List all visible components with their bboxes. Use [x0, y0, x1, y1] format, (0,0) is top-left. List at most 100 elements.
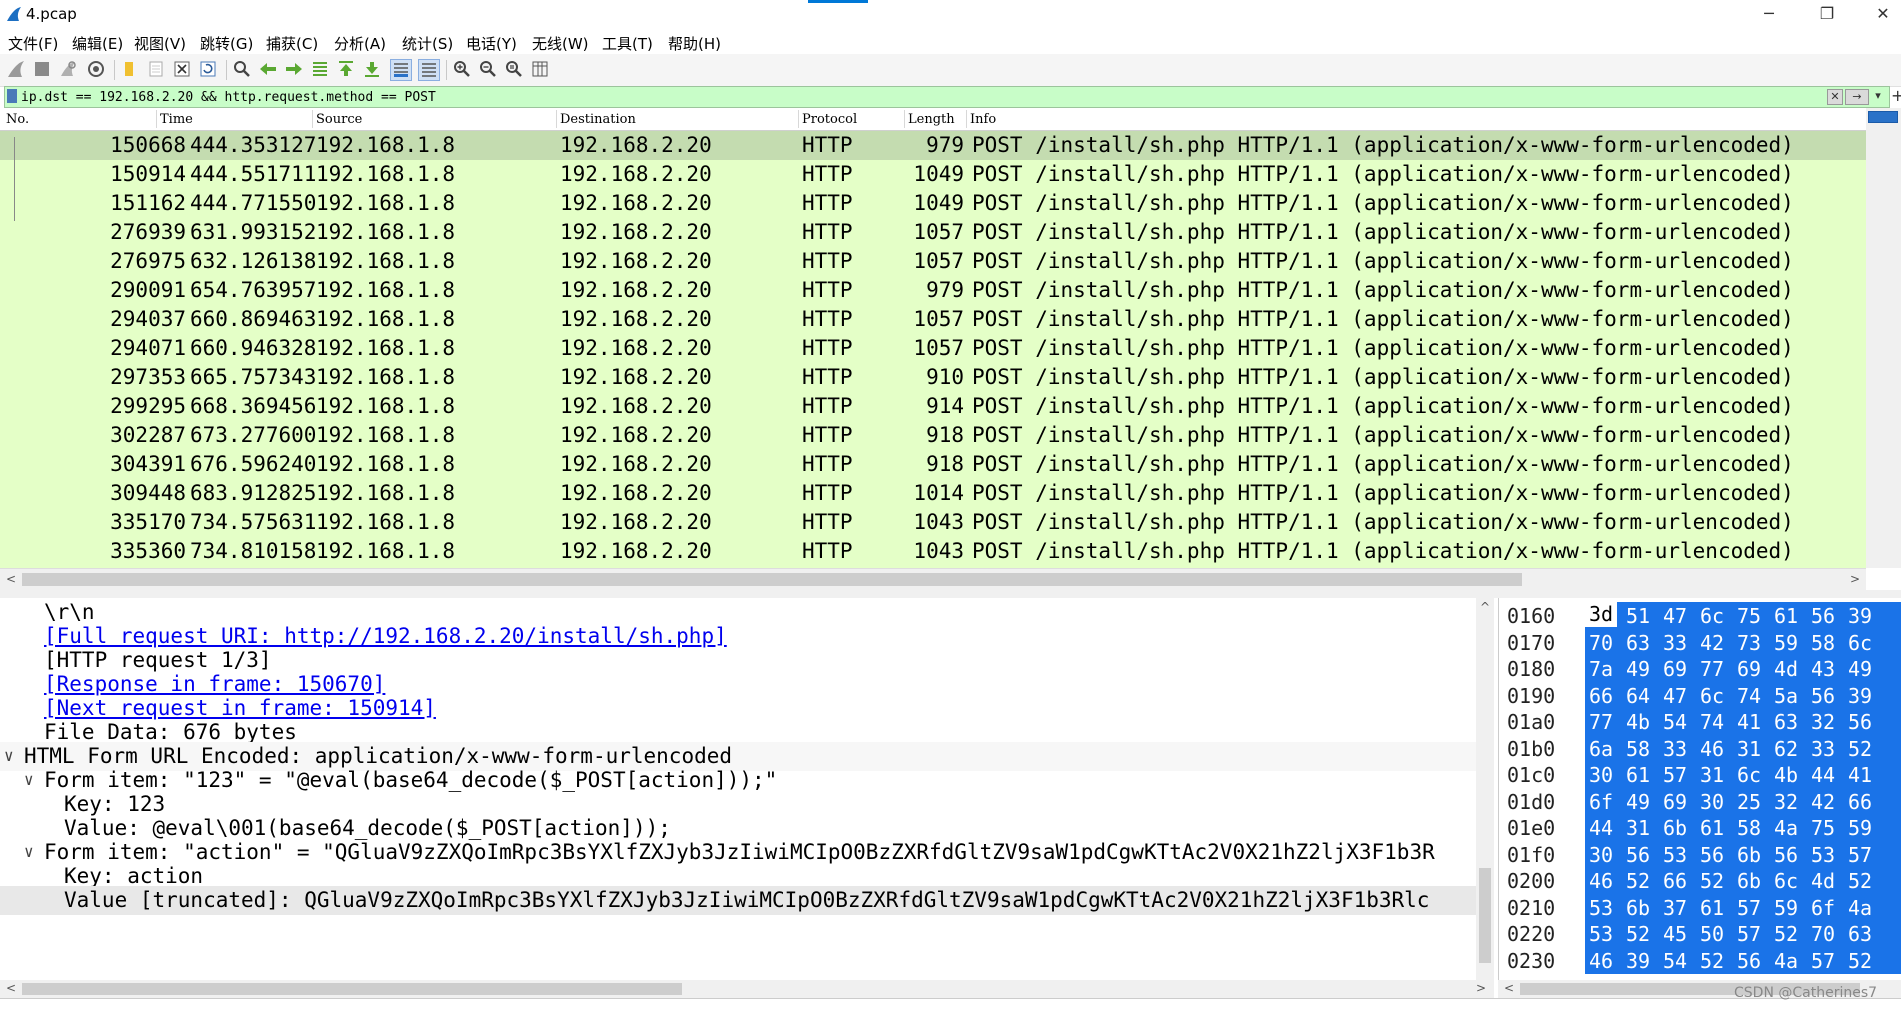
hex-byte: 39: [1626, 949, 1650, 973]
detail-row[interactable]: Value [truncated]: QGluaV9zZXQoImRpc3BsY…: [0, 886, 1476, 915]
zoom-normal-icon[interactable]: [504, 59, 524, 79]
packet-cell-len: 1057: [902, 249, 964, 273]
go-to-packet-icon[interactable]: [310, 59, 330, 79]
hex-row[interactable]: 0170 70 63 33 42 73 59 58 6c: [1499, 629, 1901, 656]
restore-button[interactable]: ❐: [1812, 4, 1842, 23]
column-header-destination[interactable]: Destination: [560, 112, 636, 127]
packet-row[interactable]: 335360 734.810158 192.168.1.8 192.168.2.20 H…: [0, 537, 1866, 566]
menu-analyze[interactable]: 分析(A): [334, 33, 386, 54]
packet-row[interactable]: 297353 665.757343 192.168.1.8 192.168.2.20 H…: [0, 363, 1866, 392]
shark-fin-start-icon[interactable]: [6, 59, 26, 79]
resize-columns-icon[interactable]: [530, 59, 550, 79]
zoom-in-icon[interactable]: [452, 59, 472, 79]
hex-row[interactable]: 0190 66 64 47 6c 74 5a 56 39: [1499, 682, 1901, 709]
hex-row[interactable]: 01d0 6f 49 69 30 25 32 42 66: [1499, 788, 1901, 815]
menu-tools[interactable]: 工具(T): [602, 33, 653, 54]
zoom-out-icon[interactable]: [478, 59, 498, 79]
packet-row[interactable]: 150668 444.353127 192.168.1.8 192.168.2.20 H…: [0, 131, 1866, 160]
details-scroll-right-icon[interactable]: >: [1476, 981, 1486, 995]
column-header-time[interactable]: Time: [160, 112, 193, 127]
save-file-icon[interactable]: [146, 59, 166, 79]
last-packet-icon[interactable]: [362, 59, 382, 79]
hex-byte: 56: [1848, 710, 1872, 734]
column-header-protocol[interactable]: Protocol: [802, 112, 857, 127]
packet-row[interactable]: 276975 632.126138 192.168.1.8 192.168.2.20 H…: [0, 247, 1866, 276]
apply-filter-button[interactable]: →: [1845, 89, 1869, 105]
go-forward-icon[interactable]: [284, 59, 304, 79]
scroll-left-arrow-icon[interactable]: <: [6, 572, 16, 586]
scroll-up-arrow-icon[interactable]: ^: [1480, 600, 1490, 614]
open-file-icon[interactable]: [120, 59, 140, 79]
column-header-length[interactable]: Length: [908, 112, 955, 127]
packet-row[interactable]: 302287 673.277600 192.168.1.8 192.168.2.20 H…: [0, 421, 1866, 450]
hex-row[interactable]: 0230 46 39 54 52 56 4a 57 52: [1499, 947, 1901, 974]
expand-toggle-icon[interactable]: ∨: [24, 770, 34, 789]
packet-list-hscroll-thumb[interactable]: [22, 573, 1522, 586]
hex-row[interactable]: 0180 7a 49 69 77 69 4d 43 49: [1499, 655, 1901, 682]
packet-list-vscrollbar[interactable]: [1866, 108, 1901, 568]
column-header-no[interactable]: No.: [6, 112, 29, 127]
menu-capture[interactable]: 捕获(C): [266, 33, 318, 54]
close-file-icon[interactable]: [172, 59, 192, 79]
packet-list-hscrollbar[interactable]: < >: [0, 568, 1866, 591]
packet-row[interactable]: 276939 631.993152 192.168.1.8 192.168.2.20 H…: [0, 218, 1866, 247]
hex-row[interactable]: 01e0 44 31 6b 61 58 4a 75 59: [1499, 814, 1901, 841]
packet-row[interactable]: 294071 660.946328 192.168.1.8 192.168.2.20 H…: [0, 334, 1866, 363]
menu-file[interactable]: 文件(F): [8, 33, 58, 54]
packet-row[interactable]: 150914 444.551711 192.168.1.8 192.168.2.20 H…: [0, 160, 1866, 189]
hex-row[interactable]: 0160 3d 51 47 6c 75 61 56 39: [1499, 602, 1901, 629]
first-packet-icon[interactable]: [336, 59, 356, 79]
expand-toggle-icon[interactable]: ∨: [4, 746, 14, 765]
menu-statistics[interactable]: 统计(S): [402, 33, 453, 54]
expand-toggle-icon[interactable]: ∨: [24, 842, 34, 861]
packet-cell-info: POST /install/sh.php HTTP/1.1 (applicati…: [972, 307, 1794, 331]
hex-row[interactable]: 01f0 30 56 53 56 6b 56 53 57: [1499, 841, 1901, 868]
minimize-button[interactable]: ─: [1754, 4, 1784, 23]
packet-row[interactable]: 309448 683.912825 192.168.1.8 192.168.2.20 H…: [0, 479, 1866, 508]
hex-row[interactable]: 01c0 30 61 57 31 6c 4b 44 41: [1499, 761, 1901, 788]
filter-bookmark-icon[interactable]: [7, 89, 17, 103]
details-vscrollbar[interactable]: ^: [1476, 598, 1494, 980]
menu-go[interactable]: 跳转(G): [200, 33, 253, 54]
column-header-info[interactable]: Info: [970, 112, 996, 127]
pane-splitter[interactable]: [0, 590, 1901, 598]
go-back-icon[interactable]: [258, 59, 278, 79]
restart-icon[interactable]: [58, 59, 78, 79]
details-hscrollbar[interactable]: < >: [0, 980, 1494, 998]
hex-row[interactable]: 0200 46 52 66 52 6b 6c 4d 52: [1499, 867, 1901, 894]
menu-telephony[interactable]: 电话(Y): [466, 33, 517, 54]
details-hscroll-thumb[interactable]: [22, 983, 682, 995]
filter-history-dropdown[interactable]: ▾: [1871, 89, 1885, 103]
clear-filter-button[interactable]: ✕: [1827, 89, 1843, 105]
capture-options-icon[interactable]: [86, 59, 106, 79]
reload-icon[interactable]: [198, 59, 218, 79]
stop-icon[interactable]: [32, 59, 52, 79]
column-header-source[interactable]: Source: [316, 112, 362, 127]
hex-row[interactable]: 0210 53 6b 37 61 57 59 6f 4a: [1499, 894, 1901, 921]
packet-row[interactable]: 299295 668.369456 192.168.1.8 192.168.2.20 H…: [0, 392, 1866, 421]
packet-row[interactable]: 151162 444.771550 192.168.1.8 192.168.2.20 H…: [0, 189, 1866, 218]
menu-edit[interactable]: 编辑(E): [72, 33, 123, 54]
packet-row[interactable]: 335170 734.575631 192.168.1.8 192.168.2.20 H…: [0, 508, 1866, 537]
hex-byte: 30: [1589, 763, 1613, 787]
hex-row[interactable]: 01b0 6a 58 33 46 31 62 33 52: [1499, 735, 1901, 762]
colorize-icon[interactable]: [418, 59, 440, 81]
menu-help[interactable]: 帮助(H): [668, 33, 721, 54]
packet-row[interactable]: 290091 654.763957 192.168.1.8 192.168.2.20 H…: [0, 276, 1866, 305]
hex-row[interactable]: 01a0 77 4b 54 74 41 63 32 56: [1499, 708, 1901, 735]
hex-row[interactable]: 0220 53 52 45 50 57 52 70 63: [1499, 920, 1901, 947]
details-scroll-left-icon[interactable]: <: [6, 981, 16, 995]
bytes-scroll-left-icon[interactable]: <: [1504, 981, 1514, 995]
add-filter-button[interactable]: +: [1891, 86, 1901, 105]
packet-list-vscroll-thumb[interactable]: [1868, 111, 1898, 123]
display-filter-input[interactable]: [21, 87, 1821, 107]
scroll-right-arrow-icon[interactable]: >: [1850, 572, 1860, 586]
packet-row[interactable]: 304391 676.596240 192.168.1.8 192.168.2.20 H…: [0, 450, 1866, 479]
menu-view[interactable]: 视图(V): [134, 33, 186, 54]
menu-wireless[interactable]: 无线(W): [532, 33, 589, 54]
packet-row[interactable]: 294037 660.869463 192.168.1.8 192.168.2.20 H…: [0, 305, 1866, 334]
find-packet-icon[interactable]: [232, 59, 252, 79]
close-window-button[interactable]: ✕: [1868, 4, 1898, 23]
autoscroll-icon[interactable]: [390, 59, 412, 81]
details-vscroll-thumb[interactable]: [1479, 868, 1491, 963]
